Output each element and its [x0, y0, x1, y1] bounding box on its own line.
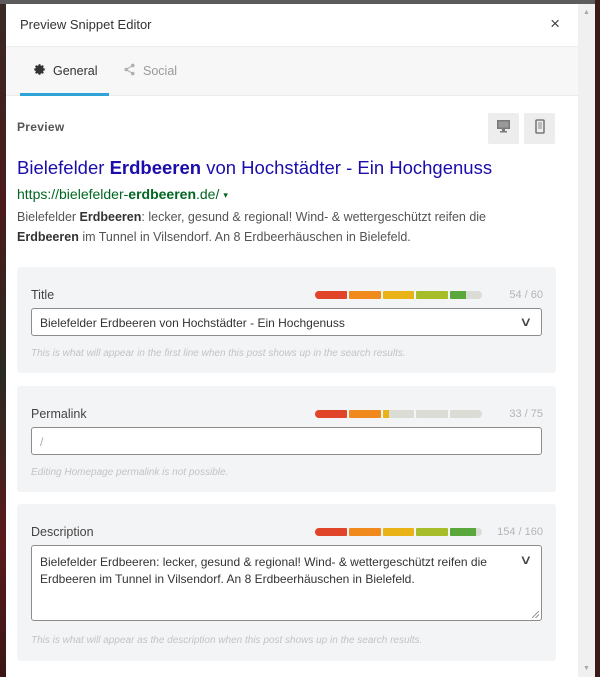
permalink-help-text: Editing Homepage permalink is not possib…	[31, 467, 229, 478]
tab-general-label: General	[53, 64, 98, 78]
meter-segment-fill	[348, 291, 381, 299]
serp-url-part: https://bielefelder-	[17, 186, 129, 202]
description-textarea-value: Bielefelder Erdbeeren: lecker, gesund & …	[40, 555, 487, 586]
tab-bar: General Social	[6, 47, 584, 96]
modal-scrollbar[interactable]: ▲ ▼	[578, 4, 595, 677]
scroll-down-icon[interactable]: ▼	[582, 664, 591, 673]
permalink-input[interactable]: /	[31, 427, 542, 455]
description-help-text: This is what will appear as the descript…	[31, 635, 423, 646]
resize-handle-icon[interactable]	[532, 611, 539, 618]
permalink-label: Permalink	[31, 407, 87, 421]
meter-segment-fill	[348, 410, 381, 418]
scroll-up-icon[interactable]: ▲	[582, 8, 591, 17]
serp-title-part: von Hochstädter - Ein Hochgenuss	[201, 157, 493, 178]
meter-segment	[416, 291, 449, 299]
mobile-icon	[534, 118, 545, 139]
title-char-count: 54 / 60	[509, 289, 543, 301]
tab-general[interactable]: General	[20, 47, 109, 96]
mobile-preview-button[interactable]	[524, 113, 555, 144]
meter-segment	[450, 528, 482, 536]
meter-segment	[348, 528, 381, 536]
title-input-value: Bielefelder Erdbeeren von Hochstädter - …	[40, 316, 345, 330]
meter-segment	[450, 410, 482, 418]
meter-segment	[315, 291, 347, 299]
meter-segment-fill	[382, 410, 389, 418]
meter-segment-fill	[348, 528, 381, 536]
description-length-meter	[315, 528, 482, 536]
close-icon[interactable]: ×	[550, 14, 560, 34]
share-icon	[123, 63, 136, 79]
gear-icon	[33, 63, 46, 79]
meter-segment	[416, 410, 449, 418]
serp-url-part: erdbeeren	[128, 186, 196, 202]
permalink-input-value: /	[40, 435, 44, 449]
meter-segment	[450, 291, 482, 299]
meter-segment	[348, 410, 381, 418]
desktop-icon	[496, 119, 511, 138]
title-help-text: This is what will appear in the first li…	[31, 348, 406, 359]
meter-segment-fill	[315, 291, 347, 299]
title-input[interactable]: Bielefelder Erdbeeren von Hochstädter - …	[31, 308, 542, 336]
meter-segment-fill	[450, 528, 477, 536]
meter-segment	[382, 410, 415, 418]
meter-segment-fill	[416, 291, 449, 299]
chevron-down-icon[interactable]: ∨	[520, 314, 533, 330]
serp-title-part: Erdbeeren	[109, 157, 202, 178]
meter-segment-fill	[382, 291, 415, 299]
title-length-meter	[315, 291, 482, 299]
desktop-preview-button[interactable]	[488, 113, 519, 144]
description-textarea[interactable]: Bielefelder Erdbeeren: lecker, gesund & …	[31, 545, 542, 621]
modal-header: Preview Snippet Editor ×	[6, 4, 584, 47]
meter-segment-fill	[315, 528, 347, 536]
description-field-group: Description 154 / 160 Bielefelder Erdbee…	[17, 504, 556, 661]
meter-segment-fill	[382, 528, 415, 536]
title-label: Title	[31, 288, 55, 302]
serp-url-part: .de/	[196, 186, 220, 202]
meter-segment-fill	[315, 410, 347, 418]
serp-desc-part: im Tunnel in Vilsendorf. An 8 Erdbeerhäu…	[78, 230, 411, 244]
permalink-length-meter	[315, 410, 482, 418]
serp-desc-part: : lecker, gesund & regional! Wind- & wet…	[141, 210, 487, 224]
background-edge	[595, 0, 600, 677]
meter-segment-fill	[416, 528, 449, 536]
serp-description: Bielefelder Erdbeeren: lecker, gesund & …	[17, 207, 537, 247]
serp-desc-part: Bielefelder	[17, 210, 80, 224]
serp-title-part: Bielefelder	[17, 157, 110, 178]
meter-segment	[315, 410, 347, 418]
permalink-field-group: Permalink 33 / 75 / Editing Homepage per…	[17, 386, 556, 492]
serp-title[interactable]: Bielefelder Erdbeeren von Hochstädter - …	[17, 157, 492, 179]
meter-segment	[315, 528, 347, 536]
title-field-group: Title 54 / 60 Bielefelder Erdbeeren von …	[17, 267, 556, 373]
meter-segment-fill	[450, 291, 467, 299]
serp-desc-part: Erdbeeren	[79, 210, 142, 224]
meter-segment	[416, 528, 449, 536]
meter-segment	[348, 291, 381, 299]
description-label: Description	[31, 525, 94, 539]
serp-url: https://bielefelder-erdbeeren.de/▾	[17, 186, 228, 202]
meter-segment	[382, 291, 415, 299]
permalink-char-count: 33 / 75	[509, 408, 543, 420]
meter-segment	[382, 528, 415, 536]
url-dropdown-caret-icon[interactable]: ▾	[223, 190, 228, 200]
chevron-down-icon[interactable]: ∨	[520, 551, 533, 568]
tab-social-label: Social	[143, 64, 178, 78]
preview-heading: Preview	[17, 120, 65, 134]
modal-title: Preview Snippet Editor	[20, 17, 152, 32]
description-char-count: 154 / 160	[497, 526, 543, 538]
tab-social[interactable]: Social	[123, 47, 177, 95]
serp-desc-part: Erdbeeren	[17, 230, 79, 244]
